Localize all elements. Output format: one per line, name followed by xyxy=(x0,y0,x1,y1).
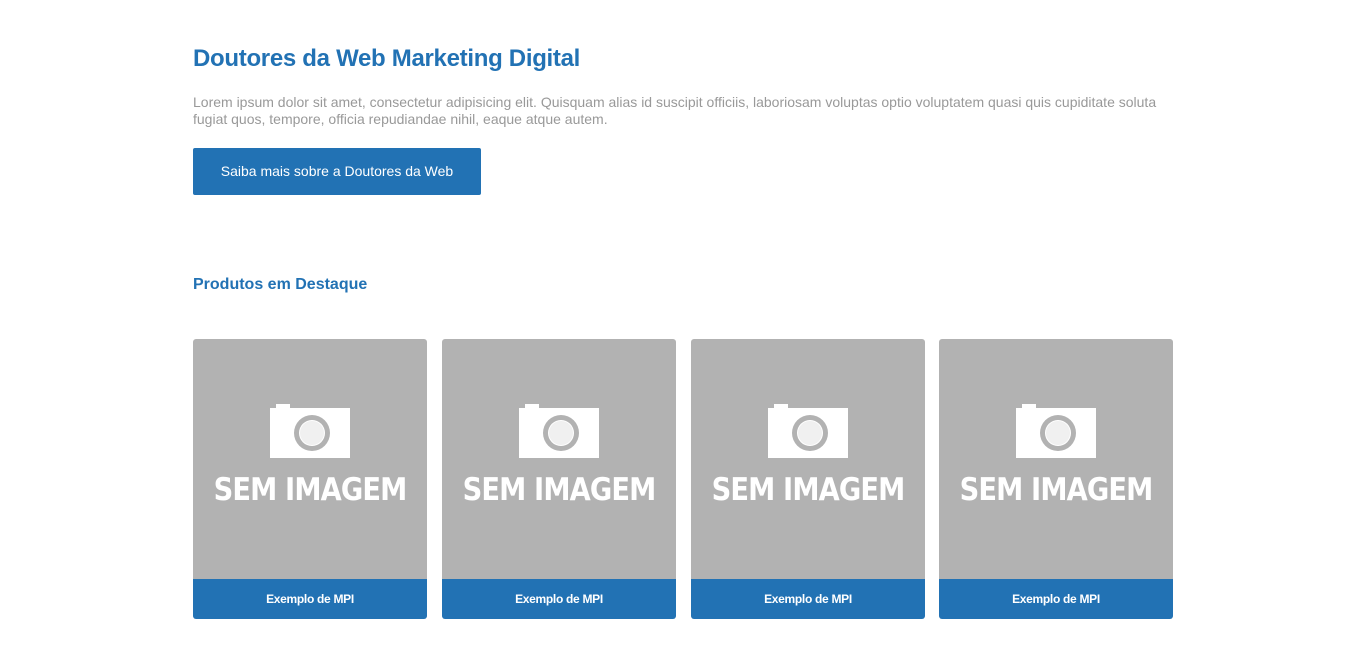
product-card[interactable]: SEM IMAGEM Exemplo de MPI xyxy=(939,339,1173,619)
product-label[interactable]: Exemplo de MPI xyxy=(193,579,427,619)
no-image-text: SEM IMAGEM xyxy=(462,472,657,508)
no-image-text: SEM IMAGEM xyxy=(213,472,408,508)
camera-icon xyxy=(768,404,848,458)
product-image-placeholder[interactable]: SEM IMAGEM xyxy=(939,339,1173,579)
featured-products-title: Produtos em Destaque xyxy=(193,276,368,293)
product-image-placeholder[interactable]: SEM IMAGEM xyxy=(691,339,925,579)
no-image-text: SEM IMAGEM xyxy=(711,472,906,508)
camera-icon xyxy=(270,404,350,458)
featured-products-grid: SEM IMAGEM Exemplo de MPI SEM IMAGEM Exe… xyxy=(193,339,1173,619)
product-label[interactable]: Exemplo de MPI xyxy=(691,579,925,619)
no-image-text: SEM IMAGEM xyxy=(959,472,1154,508)
page-title: Doutores da Web Marketing Digital xyxy=(193,45,581,72)
product-image-placeholder[interactable]: SEM IMAGEM xyxy=(193,339,427,579)
product-label[interactable]: Exemplo de MPI xyxy=(939,579,1173,619)
intro-paragraph: Lorem ipsum dolor sit amet, consectetur … xyxy=(193,94,1157,127)
product-card[interactable]: SEM IMAGEM Exemplo de MPI xyxy=(442,339,676,619)
learn-more-button[interactable]: Saiba mais sobre a Doutores da Web xyxy=(193,148,481,195)
product-card[interactable]: SEM IMAGEM Exemplo de MPI xyxy=(691,339,925,619)
product-image-placeholder[interactable]: SEM IMAGEM xyxy=(442,339,676,579)
product-label[interactable]: Exemplo de MPI xyxy=(442,579,676,619)
product-card[interactable]: SEM IMAGEM Exemplo de MPI xyxy=(193,339,427,619)
camera-icon xyxy=(1016,404,1096,458)
camera-icon xyxy=(519,404,599,458)
